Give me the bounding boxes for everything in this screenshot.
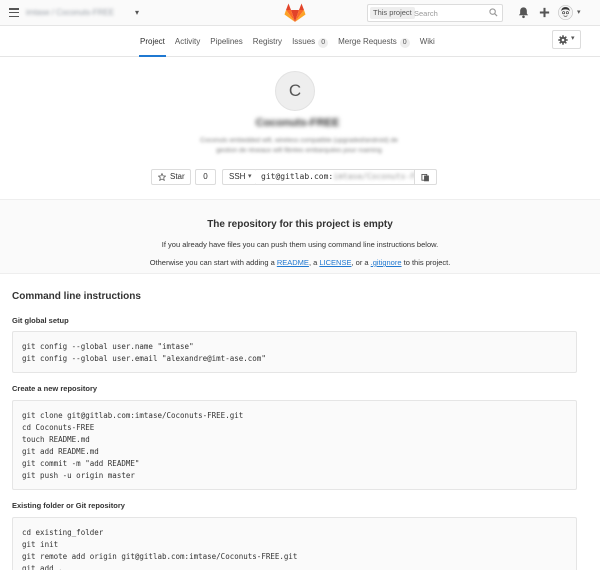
tab-registry[interactable]: Registry [253, 26, 282, 57]
add-readme-link[interactable]: README [277, 258, 309, 267]
project-header: C Coconuts-FREE Coconuts embedded wifi, … [0, 57, 600, 199]
tab-label: Registry [252, 37, 283, 46]
empty-repo-text: If you already have files you can push t… [161, 240, 439, 249]
search-scope-badge[interactable]: This project [370, 7, 415, 19]
chevron-down-icon: ▾ [571, 35, 575, 42]
count-badge: 0 [399, 38, 410, 48]
copy-url-button[interactable] [414, 169, 437, 185]
gear-icon [558, 35, 568, 45]
text: to this project. [401, 258, 451, 267]
chevron-down-icon[interactable]: ▾ [577, 8, 581, 16]
top-header: imtase / Coconuts-FREE ▾ This project ▾ [0, 0, 600, 26]
count-badge: 0 [318, 38, 329, 48]
clipboard-icon [421, 173, 429, 182]
gitlab-logo-icon[interactable] [284, 3, 306, 23]
section-title-existing-folder: Existing folder or Git repository [12, 501, 125, 510]
code-block-global-setup: git config --global user.name "imtase" g… [12, 331, 577, 373]
plus-icon[interactable] [538, 6, 551, 19]
settings-dropdown-button[interactable]: ▾ [552, 30, 581, 49]
text: , or a [351, 258, 371, 267]
tab-label: Project [140, 37, 165, 46]
text: , a [308, 258, 320, 267]
tab-activity[interactable]: Activity [175, 26, 200, 57]
project-description: Coconuts embedded wifi, wireless compati… [200, 137, 398, 154]
user-avatar[interactable] [558, 5, 573, 20]
clone-url-prefix: git@gitlab.com: [261, 172, 334, 181]
protocol-label: SSH [229, 172, 246, 181]
empty-repo-links-text: Otherwise you can start with adding a RE… [0, 258, 600, 267]
tab-label: Merge Requests [338, 37, 397, 46]
instructions-title: Command line instructions [12, 291, 141, 302]
clone-url-rest: imtase/Coconuts-FREE.git [333, 172, 415, 181]
tab-pipelines[interactable]: Pipelines [210, 26, 242, 57]
project-nav: Project Activity Pipelines Registry Issu… [0, 26, 600, 57]
empty-repo-notice: The repository for this project is empty… [0, 199, 600, 274]
star-label: Star [170, 172, 185, 181]
star-count[interactable]: 0 [195, 169, 216, 185]
search-icon [489, 8, 498, 17]
tab-issues[interactable]: Issues 0 [292, 26, 329, 57]
protocol-dropdown[interactable]: SSH ▾ [222, 169, 257, 185]
tab-label: Issues [292, 37, 316, 46]
code-block-new-repo: git clone git@gitlab.com:imtase/Coconuts… [12, 400, 577, 490]
section-title-new-repo: Create a new repository [12, 384, 98, 393]
add-gitignore-link[interactable]: .gitignore [371, 258, 402, 267]
tab-wiki[interactable]: Wiki [420, 26, 435, 57]
hamburger-icon[interactable] [9, 8, 19, 18]
chevron-down-icon: ▾ [248, 173, 252, 180]
code-block-existing-folder: cd existing_folder git init git remote a… [12, 517, 577, 570]
star-button[interactable]: Star [151, 169, 191, 185]
scrollbar[interactable] [592, 250, 597, 570]
tab-label: Wiki [419, 37, 435, 46]
tab-project[interactable]: Project [139, 26, 166, 57]
empty-repo-title: The repository for this project is empty [207, 219, 393, 230]
project-title: Coconuts-FREE [255, 117, 340, 129]
tab-label: Pipelines [210, 37, 243, 46]
section-title-global-setup: Git global setup [12, 316, 69, 325]
add-license-link[interactable]: LICENSE [319, 258, 351, 267]
chevron-down-icon[interactable]: ▾ [135, 8, 139, 17]
text: Otherwise you can start with adding a [149, 258, 277, 267]
project-avatar: C [275, 71, 315, 111]
bell-icon[interactable] [517, 6, 530, 19]
tab-merge-requests[interactable]: Merge Requests 0 [338, 26, 410, 57]
star-icon [158, 173, 166, 181]
clone-url-input[interactable]: git@gitlab.com:imtase/Coconuts-FREE.git [256, 169, 415, 185]
group-project-name[interactable]: imtase / Coconuts-FREE [26, 8, 114, 17]
tab-label: Activity [174, 37, 201, 46]
search-input[interactable] [414, 7, 484, 19]
search-box[interactable]: This project [367, 4, 503, 22]
